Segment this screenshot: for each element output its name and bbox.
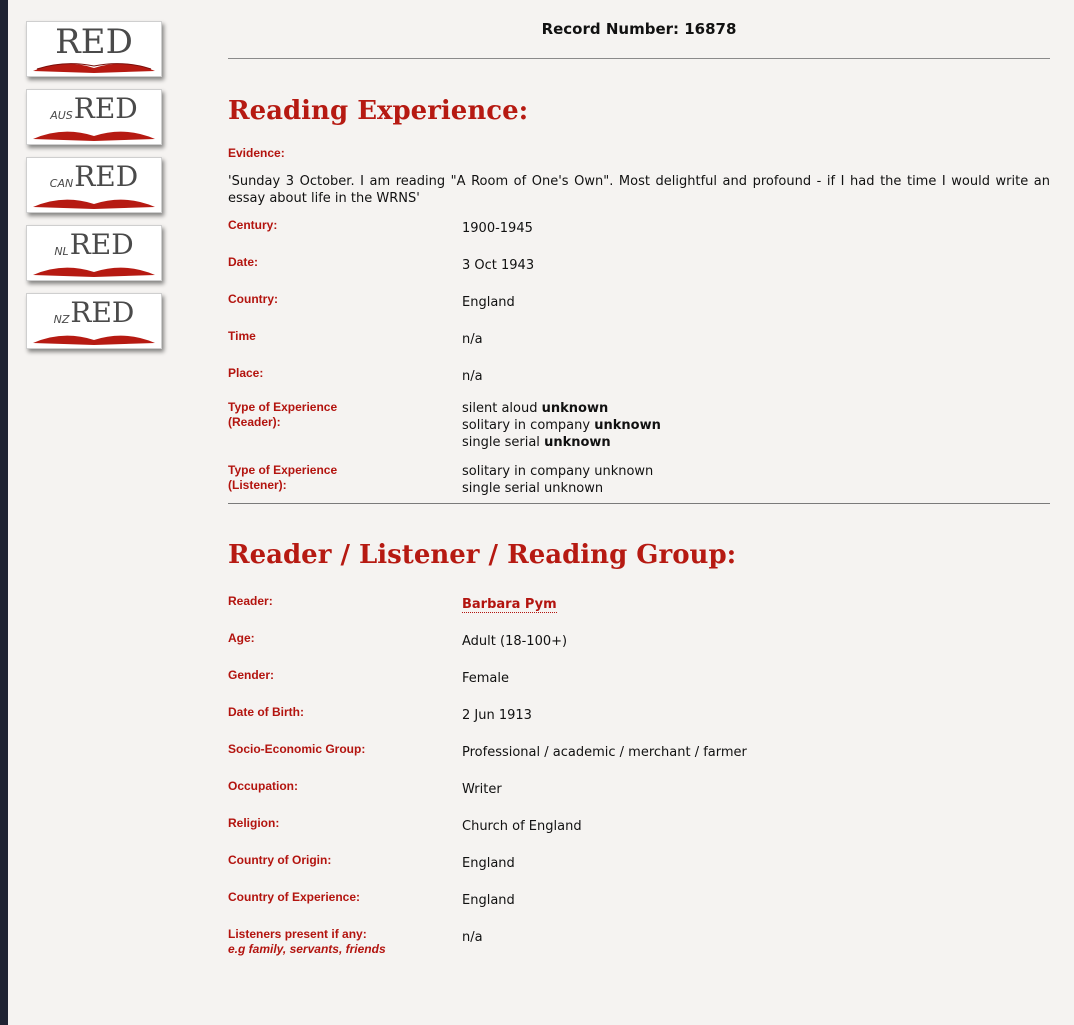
place-value: n/a bbox=[462, 369, 483, 384]
logo-text: RED bbox=[70, 296, 135, 329]
evidence-text: 'Sunday 3 October. I am reading "A Room … bbox=[228, 174, 1050, 206]
reader-row: Reader: Barbara Pym bbox=[228, 594, 1050, 613]
listeners-label: Listeners present if any: e.g family, se… bbox=[228, 927, 386, 956]
gender-label: Gender: bbox=[228, 668, 275, 682]
gender-value: Female bbox=[462, 671, 510, 686]
date-row: Date: 3 Oct 1943 bbox=[228, 255, 1050, 274]
site-switcher: RED AUSRED CANRED NLRED NZRED bbox=[26, 21, 166, 361]
listeners-value: n/a bbox=[462, 930, 483, 945]
age-row: Age: Adult (18-100+) bbox=[228, 631, 1050, 650]
record-content: Record Number: 16878 Reading Experience:… bbox=[228, 0, 1050, 957]
open-book-icon bbox=[33, 267, 155, 277]
nzred-logo-link[interactable]: NZRED bbox=[26, 293, 162, 349]
reader-label: Reader: bbox=[228, 594, 273, 608]
date-label: Date: bbox=[228, 255, 259, 269]
origin-label: Country of Origin: bbox=[228, 853, 332, 867]
logo-text: RED bbox=[74, 160, 139, 193]
time-row: Time n/a bbox=[228, 329, 1050, 348]
experience-value: England bbox=[462, 893, 515, 908]
type-listener-row: Type of Experience (Listener): solitary … bbox=[228, 463, 1050, 497]
red-logo-link[interactable]: RED bbox=[26, 21, 162, 77]
open-book-icon bbox=[33, 199, 155, 209]
dob-value: 2 Jun 1913 bbox=[462, 708, 532, 723]
time-label: Time bbox=[228, 329, 256, 343]
ausred-logo-link[interactable]: AUSRED bbox=[26, 89, 162, 145]
country-row: Country: England bbox=[228, 292, 1050, 311]
occupation-label: Occupation: bbox=[228, 779, 299, 793]
dob-label: Date of Birth: bbox=[228, 705, 304, 719]
origin-row: Country of Origin: England bbox=[228, 853, 1050, 872]
type-reader-label: Type of Experience (Reader): bbox=[228, 400, 338, 429]
dob-row: Date of Birth: 2 Jun 1913 bbox=[228, 705, 1050, 724]
origin-value: England bbox=[462, 856, 515, 871]
country-label: Country: bbox=[228, 292, 278, 306]
century-value: 1900-1945 bbox=[462, 221, 533, 236]
time-value: n/a bbox=[462, 332, 483, 347]
logo-text: RED bbox=[69, 228, 134, 261]
place-row: Place: n/a bbox=[228, 366, 1050, 385]
age-value: Adult (18-100+) bbox=[462, 634, 568, 649]
occupation-value: Writer bbox=[462, 782, 502, 797]
logo-text: RED bbox=[73, 92, 138, 125]
reader-heading: Reader / Listener / Reading Group: bbox=[228, 540, 737, 570]
age-label: Age: bbox=[228, 631, 255, 645]
logo-prefix: CAN bbox=[49, 177, 74, 190]
type-listener-values: solitary in company unknown single seria… bbox=[462, 464, 654, 496]
seg-value: Professional / academic / merchant / far… bbox=[462, 745, 747, 760]
century-label: Century: bbox=[228, 218, 278, 232]
religion-label: Religion: bbox=[228, 816, 280, 830]
date-value: 3 Oct 1943 bbox=[462, 258, 535, 273]
occupation-row: Occupation: Writer bbox=[228, 779, 1050, 798]
type-reader-values: silent aloud unknown solitary in company… bbox=[462, 401, 661, 450]
reader-name-link[interactable]: Barbara Pym bbox=[462, 597, 557, 613]
country-value: England bbox=[462, 295, 515, 310]
page: RED AUSRED CANRED NLRED NZRED Record Num… bbox=[8, 0, 1074, 1025]
open-book-icon bbox=[33, 63, 155, 73]
open-book-icon bbox=[33, 131, 155, 141]
nlred-logo-link[interactable]: NLRED bbox=[26, 225, 162, 281]
type-listener-label: Type of Experience (Listener): bbox=[228, 463, 338, 492]
seg-label: Socio-Economic Group: bbox=[228, 742, 366, 756]
listeners-row: Listeners present if any: e.g family, se… bbox=[228, 927, 1050, 957]
type-reader-row: Type of Experience (Reader): silent alou… bbox=[228, 400, 1050, 451]
experience-row: Country of Experience: England bbox=[228, 890, 1050, 909]
place-label: Place: bbox=[228, 366, 264, 380]
logo-prefix: NZ bbox=[53, 313, 70, 326]
record-number: Record Number: 16878 bbox=[228, 0, 1050, 59]
section-divider bbox=[228, 503, 1050, 504]
canred-logo-link[interactable]: CANRED bbox=[26, 157, 162, 213]
open-book-icon bbox=[33, 335, 155, 345]
century-row: Century: 1900-1945 bbox=[228, 218, 1050, 237]
experience-label: Country of Experience: bbox=[228, 890, 361, 904]
seg-row: Socio-Economic Group: Professional / aca… bbox=[228, 742, 1050, 761]
logo-prefix: NL bbox=[54, 245, 69, 258]
gender-row: Gender: Female bbox=[228, 668, 1050, 687]
reading-experience-heading: Reading Experience: bbox=[228, 96, 529, 126]
logo-prefix: AUS bbox=[50, 109, 73, 122]
religion-value: Church of England bbox=[462, 819, 582, 834]
religion-row: Religion: Church of England bbox=[228, 816, 1050, 835]
evidence-label: Evidence: bbox=[228, 146, 285, 160]
